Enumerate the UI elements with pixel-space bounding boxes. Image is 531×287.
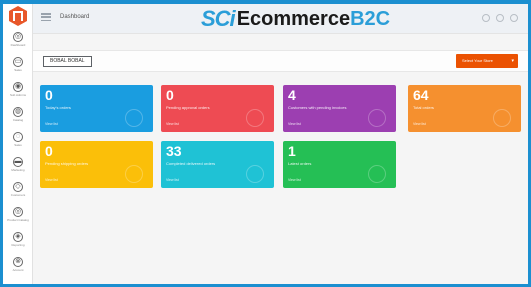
stat-card[interactable]: 0 Today's orders View list bbox=[40, 85, 153, 132]
sidebar-item[interactable]: ▭ Sales bbox=[3, 55, 33, 79]
current-store-badge: BOBAL BOBAL bbox=[43, 56, 92, 67]
stat-card-label: Completed delivered orders bbox=[166, 161, 216, 166]
top-header: Dashboard SCi Ecommerce B2C bbox=[33, 4, 528, 34]
stat-card-label: Latest orders bbox=[288, 161, 312, 166]
stat-card-icon bbox=[246, 165, 264, 183]
stat-card-icon bbox=[493, 109, 511, 127]
sales-icon: ▭ bbox=[13, 57, 23, 67]
menu-toggle-icon[interactable] bbox=[41, 13, 51, 21]
user-icon[interactable] bbox=[510, 14, 518, 22]
stat-card-link[interactable]: View list bbox=[166, 122, 179, 126]
stat-card[interactable]: 4 Customers with pending invoices View lis… bbox=[283, 85, 396, 132]
sidebar-item-label: Sales bbox=[14, 68, 22, 72]
stat-card-link[interactable]: View list bbox=[166, 178, 179, 182]
stat-card[interactable]: 33 Completed delivered orders View list bbox=[161, 141, 274, 188]
brand-b2c: B2C bbox=[350, 7, 391, 30]
system-icon: ⊗ bbox=[13, 257, 23, 267]
stores-icon: ◈ bbox=[13, 232, 23, 242]
brand-ecommerce: Ecommerce bbox=[236, 7, 351, 30]
sidebar-item[interactable]: ◈ Reporting bbox=[3, 230, 33, 254]
sidebar-item-label: Reporting bbox=[11, 243, 25, 247]
stat-card-icon bbox=[125, 165, 143, 183]
sidebar-item-label: Dashboard bbox=[10, 43, 26, 47]
dashboard-icon: ◎ bbox=[13, 32, 23, 42]
stat-card[interactable]: 1 Latest orders View list bbox=[283, 141, 396, 188]
sidebar-item-label: Marketing bbox=[11, 168, 25, 172]
stat-card-label: Pending approval orders bbox=[166, 105, 210, 110]
stat-card-label: Pending shipping orders bbox=[45, 161, 89, 166]
select-store-button[interactable]: Select Your Store ▾ bbox=[456, 54, 518, 68]
reports-icon: ◎ bbox=[13, 207, 23, 217]
stat-card-value: 0 bbox=[166, 87, 174, 103]
chevron-down-icon: ▾ bbox=[511, 58, 514, 64]
sidebar-item-label: Sub Admins bbox=[9, 93, 26, 97]
sidebar-item[interactable]: ⊗ Account bbox=[3, 255, 33, 279]
stat-card-link[interactable]: View list bbox=[288, 178, 301, 182]
marketing-icon: ▬ bbox=[13, 157, 23, 167]
sidebar-item-label: Catalog bbox=[12, 118, 24, 122]
notifications-icon[interactable] bbox=[496, 14, 504, 22]
catalog-icon: ◍ bbox=[13, 107, 23, 117]
sidebar-item[interactable]: ◉ Sub Admins bbox=[3, 80, 33, 104]
stat-card-icon bbox=[246, 109, 264, 127]
breadcrumb-dashboard[interactable]: Dashboard bbox=[60, 14, 89, 20]
stat-card-value: 0 bbox=[45, 143, 53, 159]
stat-card-value: 64 bbox=[413, 87, 429, 103]
sidebar-item-label: Account bbox=[12, 268, 24, 272]
sidebar-item[interactable]: ◇ Customers bbox=[3, 180, 33, 204]
sub-admins-icon: ◉ bbox=[13, 82, 23, 92]
brand-sci: SCi bbox=[201, 6, 236, 31]
sidebar-item-label: Sales bbox=[14, 143, 22, 147]
sidebar-item[interactable]: ▬ Marketing bbox=[3, 155, 33, 179]
sidebar-item[interactable]: ◎ Dashboard bbox=[3, 30, 33, 54]
stat-card[interactable]: 0 Pending shipping orders View list bbox=[40, 141, 153, 188]
stat-card-icon bbox=[125, 109, 143, 127]
stat-card-icon bbox=[368, 109, 386, 127]
customers-icon: ◌ bbox=[13, 132, 23, 142]
stat-card-link[interactable]: View list bbox=[45, 178, 58, 182]
brand-logo: SCi Ecommerce B2C bbox=[201, 6, 391, 31]
stat-card-value: 33 bbox=[166, 143, 182, 159]
stat-card-label: Customers with pending invoices bbox=[288, 105, 347, 110]
store-bar: BOBAL BOBAL Select Your Store ▾ bbox=[33, 50, 528, 72]
header-actions bbox=[482, 14, 518, 22]
stat-card-value: 1 bbox=[288, 143, 296, 159]
sidebar-item-label: Product Catalog bbox=[7, 218, 29, 222]
stat-card-label: Total orders bbox=[413, 105, 434, 110]
stat-card-icon bbox=[368, 165, 386, 183]
select-store-label: Select Your Store bbox=[462, 58, 493, 63]
stat-card[interactable]: 0 Pending approval orders View list bbox=[161, 85, 274, 132]
sidebar: ◎ Dashboard ▭ Sales ◉ Sub Admins ◍ Catalog ◌ Sale… bbox=[3, 4, 33, 284]
stat-card[interactable]: 64 Total orders View list bbox=[408, 85, 521, 132]
stat-card-label: Today's orders bbox=[45, 105, 71, 110]
stat-card-link[interactable]: View list bbox=[45, 122, 58, 126]
sidebar-item[interactable]: ◍ Catalog bbox=[3, 105, 33, 129]
stat-card-value: 0 bbox=[45, 87, 53, 103]
stat-card-link[interactable]: View list bbox=[288, 122, 301, 126]
magento-logo-icon[interactable] bbox=[9, 6, 27, 26]
search-icon[interactable] bbox=[482, 14, 490, 22]
sidebar-item[interactable]: ◌ Sales bbox=[3, 130, 33, 154]
sidebar-item[interactable]: ◎ Product Catalog bbox=[3, 205, 33, 229]
stat-card-link[interactable]: View list bbox=[413, 122, 426, 126]
content-icon: ◇ bbox=[13, 182, 23, 192]
sidebar-item-label: Customers bbox=[10, 193, 26, 197]
stat-card-value: 4 bbox=[288, 87, 296, 103]
